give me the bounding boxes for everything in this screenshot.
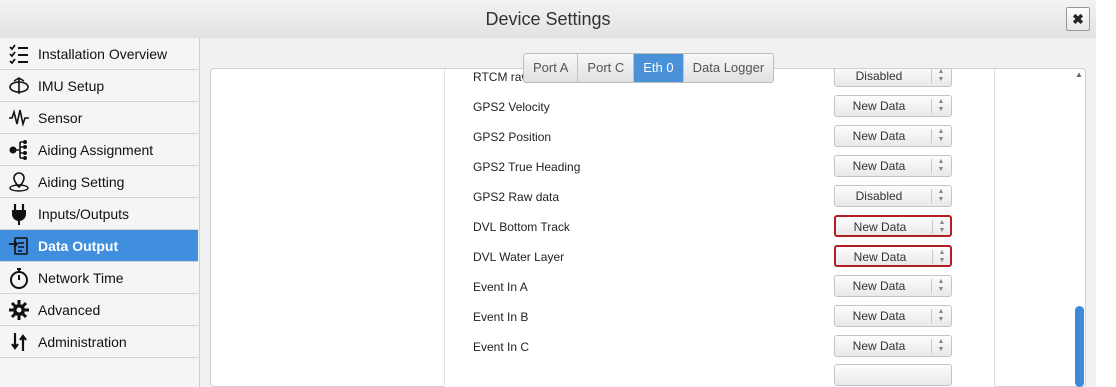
row-label: DVL Bottom Track bbox=[473, 220, 570, 234]
waveform-icon bbox=[0, 107, 38, 129]
row-label: GPS2 Raw data bbox=[473, 190, 560, 204]
sidebar-item-label: Aiding Setting bbox=[38, 173, 125, 190]
port-tabs: Port A Port C Eth 0 Data Logger bbox=[523, 53, 775, 83]
spinner-arrows-icon: ▲ ▼ bbox=[937, 128, 945, 143]
spinner-arrows-icon: ▲ ▼ bbox=[937, 69, 945, 83]
output-select[interactable]: New Data ▲ ▼ bbox=[834, 125, 952, 147]
sidebar-item-inputs-outputs[interactable]: Inputs/Outputs bbox=[0, 198, 198, 230]
sidebar-item-administration[interactable]: Administration bbox=[0, 326, 198, 358]
output-select[interactable]: New Data ▲ ▼ bbox=[834, 155, 952, 177]
plug-icon bbox=[0, 203, 38, 225]
row-label: GPS2 Position bbox=[473, 130, 552, 144]
list-scrollbar[interactable]: ▲ bbox=[1073, 70, 1085, 387]
output-settings-list: RTCM raw data Disabled ▲ ▼ GPS2 Velocity … bbox=[444, 69, 995, 387]
export-icon bbox=[0, 235, 38, 257]
sidebar-item-label: Inputs/Outputs bbox=[38, 205, 130, 222]
row-label: DVL Water Layer bbox=[473, 250, 565, 264]
sidebar-item-data-output[interactable]: Data Output bbox=[0, 230, 198, 262]
output-select[interactable]: New Data ▲ ▼ bbox=[834, 95, 952, 117]
tab-eth-0[interactable]: Eth 0 bbox=[634, 54, 684, 82]
window-scroll-area bbox=[1096, 0, 1116, 387]
close-button[interactable]: ✖ bbox=[1066, 7, 1090, 31]
sidebar-item-aiding-setting[interactable]: Aiding Setting bbox=[0, 166, 198, 198]
list-item: GPS2 Position New Data ▲ ▼ bbox=[445, 122, 994, 152]
map-pin-icon bbox=[0, 171, 38, 193]
list-item: GPS2 Raw data Disabled ▲ ▼ bbox=[445, 182, 994, 212]
sidebar-item-label: Advanced bbox=[38, 301, 101, 318]
output-select[interactable]: New Data ▲ ▼ bbox=[834, 335, 952, 357]
sidebar-item-label: Sensor bbox=[38, 109, 83, 126]
sidebar-item-label: Data Output bbox=[38, 237, 119, 254]
sidebar-item-network-time[interactable]: Network Time bbox=[0, 262, 198, 294]
spinner-arrows-icon: ▲ ▼ bbox=[938, 219, 946, 234]
row-label: GPS2 Velocity bbox=[473, 100, 550, 114]
list-item: Event In A New Data ▲ ▼ bbox=[445, 272, 994, 302]
gear-icon bbox=[0, 299, 38, 321]
sidebar-item-label: IMU Setup bbox=[38, 77, 105, 94]
row-label: Event In B bbox=[473, 310, 529, 324]
window-title: Device Settings bbox=[485, 9, 611, 29]
spinner-arrows-icon: ▲ ▼ bbox=[937, 308, 945, 323]
list-item: GPS2 True Heading New Data ▲ ▼ bbox=[445, 152, 994, 182]
checklist-icon bbox=[0, 43, 38, 65]
output-select[interactable]: Disabled ▲ ▼ bbox=[834, 69, 952, 87]
stopwatch-icon bbox=[0, 267, 38, 289]
row-label: Event In C bbox=[473, 340, 530, 354]
spinner-arrows-icon: ▲ ▼ bbox=[937, 278, 945, 293]
sidebar-item-installation-overview[interactable]: Installation Overview bbox=[0, 38, 198, 70]
list-item: DVL Water Layer New Data ▲ ▼ bbox=[445, 242, 994, 272]
imu-icon bbox=[0, 75, 38, 97]
output-select[interactable]: New Data ▲ ▼ bbox=[834, 305, 952, 327]
spinner-arrows-icon: ▲ ▼ bbox=[937, 188, 945, 203]
output-select-highlighted[interactable]: New Data ▲ ▼ bbox=[834, 215, 952, 237]
tab-data-logger[interactable]: Data Logger bbox=[683, 54, 774, 82]
list-item bbox=[445, 362, 994, 387]
output-select-highlighted[interactable]: New Data ▲ ▼ bbox=[834, 245, 952, 267]
sidebar-item-imu-setup[interactable]: IMU Setup bbox=[0, 70, 198, 102]
list-item: DVL Bottom Track New Data ▲ ▼ bbox=[445, 212, 994, 242]
spinner-arrows-icon: ▲ ▼ bbox=[937, 98, 945, 113]
spinner-arrows-icon: ▲ ▼ bbox=[937, 158, 945, 173]
row-label: GPS2 True Heading bbox=[473, 160, 581, 174]
sidebar-item-aiding-assignment[interactable]: Aiding Assignment bbox=[0, 134, 198, 166]
spinner-arrows-icon: ▲ ▼ bbox=[937, 338, 945, 353]
sidebar-item-label: Administration bbox=[38, 333, 127, 350]
sidebar-item-label: Installation Overview bbox=[38, 45, 168, 62]
output-select[interactable]: Disabled ▲ ▼ bbox=[834, 185, 952, 207]
spinner-arrows-icon: ▲ ▼ bbox=[938, 249, 946, 264]
tab-port-c[interactable]: Port C bbox=[578, 54, 635, 82]
row-label: Event In A bbox=[473, 280, 528, 294]
list-item: Event In B New Data ▲ ▼ bbox=[445, 302, 994, 332]
output-select[interactable]: New Data ▲ ▼ bbox=[834, 275, 952, 297]
tree-icon bbox=[0, 139, 38, 161]
tab-port-a[interactable]: Port A bbox=[524, 54, 579, 82]
scroll-up-icon[interactable]: ▲ bbox=[1075, 70, 1083, 79]
sidebar-item-label: Network Time bbox=[38, 269, 124, 286]
scroll-thumb[interactable] bbox=[1075, 306, 1084, 387]
output-select-partial[interactable] bbox=[834, 364, 952, 386]
sidebar: Installation Overview IMU Setup Sensor A… bbox=[0, 38, 200, 387]
sidebar-item-advanced[interactable]: Advanced bbox=[0, 294, 198, 326]
list-item: GPS2 Velocity New Data ▲ ▼ bbox=[445, 92, 994, 122]
list-item: Event In C New Data ▲ ▼ bbox=[445, 332, 994, 362]
sidebar-item-sensor[interactable]: Sensor bbox=[0, 102, 198, 134]
admin-icon bbox=[0, 331, 38, 353]
title-bar: Device Settings ✖ bbox=[0, 0, 1096, 39]
sidebar-item-label: Aiding Assignment bbox=[38, 141, 154, 158]
